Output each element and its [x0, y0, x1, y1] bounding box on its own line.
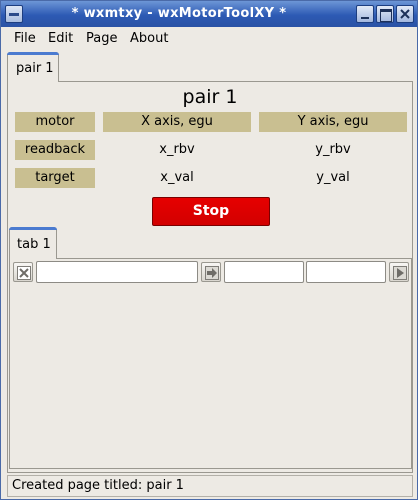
motor-header: motor [15, 112, 95, 132]
menu-file[interactable]: File [14, 31, 36, 46]
name-field[interactable] [36, 261, 198, 283]
tab-pair-1-label: pair 1 [16, 61, 54, 76]
app-window: * wxmtxy - wxMotorToolXY * File Edit Pag… [0, 0, 418, 500]
delete-button[interactable] [13, 262, 33, 282]
title-bar[interactable]: * wxmtxy - wxMotorToolXY * [1, 1, 417, 27]
menu-bar: File Edit Page About [1, 27, 417, 49]
go-button[interactable] [389, 262, 409, 282]
tab-1[interactable]: tab 1 [9, 227, 57, 259]
x-position-field[interactable] [224, 261, 304, 283]
y-axis-header: Y axis, egu [259, 112, 407, 132]
status-bar: Created page titled: pair 1 [7, 475, 413, 497]
delete-icon [17, 266, 31, 280]
play-icon [393, 266, 407, 280]
apply-button[interactable] [201, 262, 221, 282]
apply-icon [205, 266, 219, 280]
x-target-value: x_val [160, 170, 194, 185]
tab-1-panel [9, 258, 412, 469]
tab-1-label: tab 1 [17, 237, 51, 252]
menu-about[interactable]: About [130, 31, 168, 46]
tab-pair-1[interactable]: pair 1 [7, 52, 59, 82]
menu-edit[interactable]: Edit [48, 31, 73, 46]
minimize-icon[interactable] [356, 5, 374, 23]
y-readback-value: y_rbv [315, 142, 351, 157]
x-readback-value: x_rbv [159, 142, 195, 157]
y-target-value: y_val [316, 170, 350, 185]
close-glyph [400, 9, 410, 19]
readback-label: readback [15, 140, 95, 160]
stop-button[interactable]: Stop [152, 197, 270, 226]
pair-title: pair 1 [182, 86, 238, 108]
target-label: target [15, 168, 95, 188]
close-icon[interactable] [396, 5, 414, 23]
y-position-field[interactable] [306, 261, 386, 283]
menu-page[interactable]: Page [86, 31, 117, 46]
maximize-icon[interactable] [376, 5, 394, 23]
x-axis-header: X axis, egu [103, 112, 251, 132]
window-title: * wxmtxy - wxMotorToolXY * [71, 6, 287, 21]
